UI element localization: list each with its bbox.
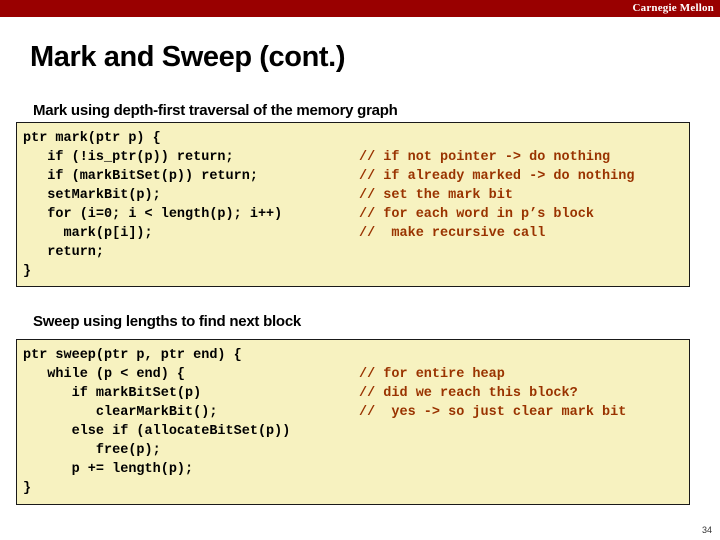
code-text: setMarkBit(p); <box>23 188 161 203</box>
section-heading-mark: Mark using depth-first traversal of the … <box>33 102 398 119</box>
code-text: clearMarkBit(); <box>23 405 218 420</box>
top-banner: Carnegie Mellon <box>0 0 720 17</box>
code-comment: // yes -> so just clear mark bit <box>359 405 627 420</box>
code-line: while (p < end) { // for entire heap <box>23 365 689 384</box>
code-line: } <box>23 479 689 498</box>
code-line: mark(p[i]); // make recursive call <box>23 224 689 243</box>
code-line: if (markBitSet(p)) return; // if already … <box>23 167 689 186</box>
code-text: if (markBitSet(p)) return; <box>23 169 258 184</box>
code-comment: // set the mark bit <box>359 188 513 203</box>
code-text: if (!is_ptr(p)) return; <box>23 150 234 165</box>
code-text: free(p); <box>23 443 161 458</box>
code-comment: // for entire heap <box>359 367 505 382</box>
code-text: if markBitSet(p) <box>23 386 202 401</box>
code-comment: // did we reach this block? <box>359 386 578 401</box>
code-comment: // if already marked -> do nothing <box>359 169 635 184</box>
code-line: setMarkBit(p); // set the mark bit <box>23 186 689 205</box>
code-text: return; <box>23 245 105 260</box>
code-text: else if (allocateBitSet(p)) <box>23 424 291 439</box>
code-text: p += length(p); <box>23 462 194 477</box>
code-comment: // for each word in p’s block <box>359 207 594 222</box>
code-line: ptr mark(ptr p) { <box>23 129 689 148</box>
code-line: else if (allocateBitSet(p)) <box>23 422 689 441</box>
code-block-sweep: ptr sweep(ptr p, ptr end) { while (p < e… <box>16 339 690 505</box>
code-text: } <box>23 481 32 496</box>
page-title: Mark and Sweep (cont.) <box>30 41 346 73</box>
code-line: for (i=0; i < length(p); i++) // for each… <box>23 205 689 224</box>
code-line: ptr sweep(ptr p, ptr end) { <box>23 346 689 365</box>
code-line: clearMarkBit(); // yes -> so just clear m… <box>23 403 689 422</box>
section-heading-sweep: Sweep using lengths to find next block <box>33 313 302 330</box>
code-comment: // if not pointer -> do nothing <box>359 150 611 165</box>
code-comment: // make recursive call <box>359 226 546 241</box>
code-block-mark: ptr mark(ptr p) { if (!is_ptr(p)) return… <box>16 122 690 287</box>
brand-label: Carnegie Mellon <box>632 2 714 14</box>
code-text: } <box>23 264 32 279</box>
code-line: free(p); <box>23 441 689 460</box>
code-line: } <box>23 262 689 281</box>
code-line: if (!is_ptr(p)) return; // if not pointer… <box>23 148 689 167</box>
code-text: ptr sweep(ptr p, ptr end) { <box>23 348 242 363</box>
code-text: for (i=0; i < length(p); i++) <box>23 207 283 222</box>
code-line: p += length(p); <box>23 460 689 479</box>
code-line: if markBitSet(p) // did we reach this blo… <box>23 384 689 403</box>
code-text: while (p < end) { <box>23 367 186 382</box>
page-number: 34 <box>701 525 712 535</box>
code-text: ptr mark(ptr p) { <box>23 131 161 146</box>
code-text: mark(p[i]); <box>23 226 153 241</box>
code-line: return; <box>23 243 689 262</box>
